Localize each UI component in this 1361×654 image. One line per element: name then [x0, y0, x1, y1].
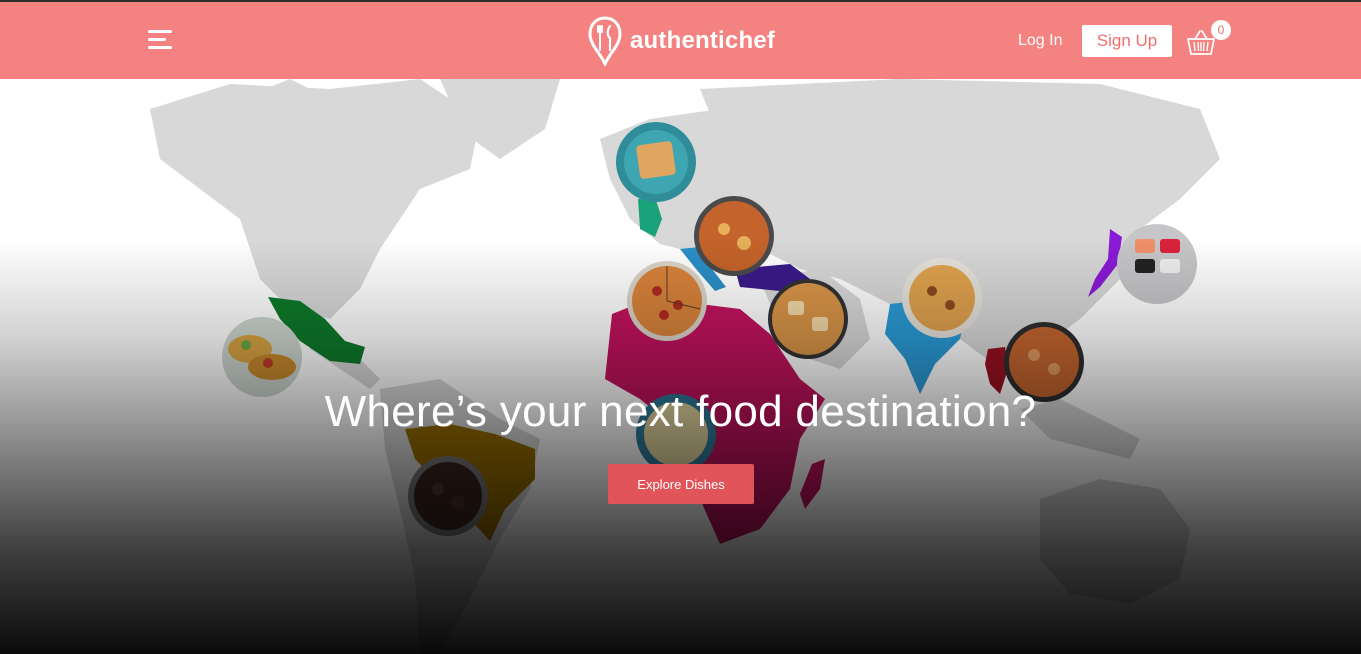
dish-spanakopita[interactable] — [616, 122, 696, 202]
signup-button[interactable]: Sign Up — [1082, 25, 1172, 57]
hero-headline: Where’s your next food destination? — [324, 387, 1037, 436]
explore-dishes-button[interactable]: Explore Dishes — [608, 464, 754, 504]
dish-feijoada[interactable] — [408, 456, 488, 536]
dish-tacos[interactable] — [222, 317, 302, 397]
dish-sushi-box[interactable] — [1117, 224, 1197, 304]
dish-biryani[interactable] — [902, 258, 982, 338]
hero-section: Where’s your next food destination? Expl… — [0, 79, 1361, 654]
brand-name: authentichef — [630, 27, 776, 54]
cart-count-badge: 0 — [1211, 20, 1231, 40]
menu-icon[interactable] — [148, 28, 174, 52]
dish-pizza[interactable] — [627, 261, 707, 341]
navbar: authentichef Log In Sign Up 0 — [0, 2, 1361, 79]
world-map — [0, 79, 1361, 654]
brand-logo[interactable]: authentichef — [588, 16, 775, 66]
brand-pin-fork-knife-icon — [588, 16, 622, 66]
login-link[interactable]: Log In — [1018, 32, 1062, 50]
dish-lasagne[interactable] — [694, 196, 774, 276]
window-top-border — [0, 0, 1361, 2]
dish-pide[interactable] — [768, 279, 848, 359]
